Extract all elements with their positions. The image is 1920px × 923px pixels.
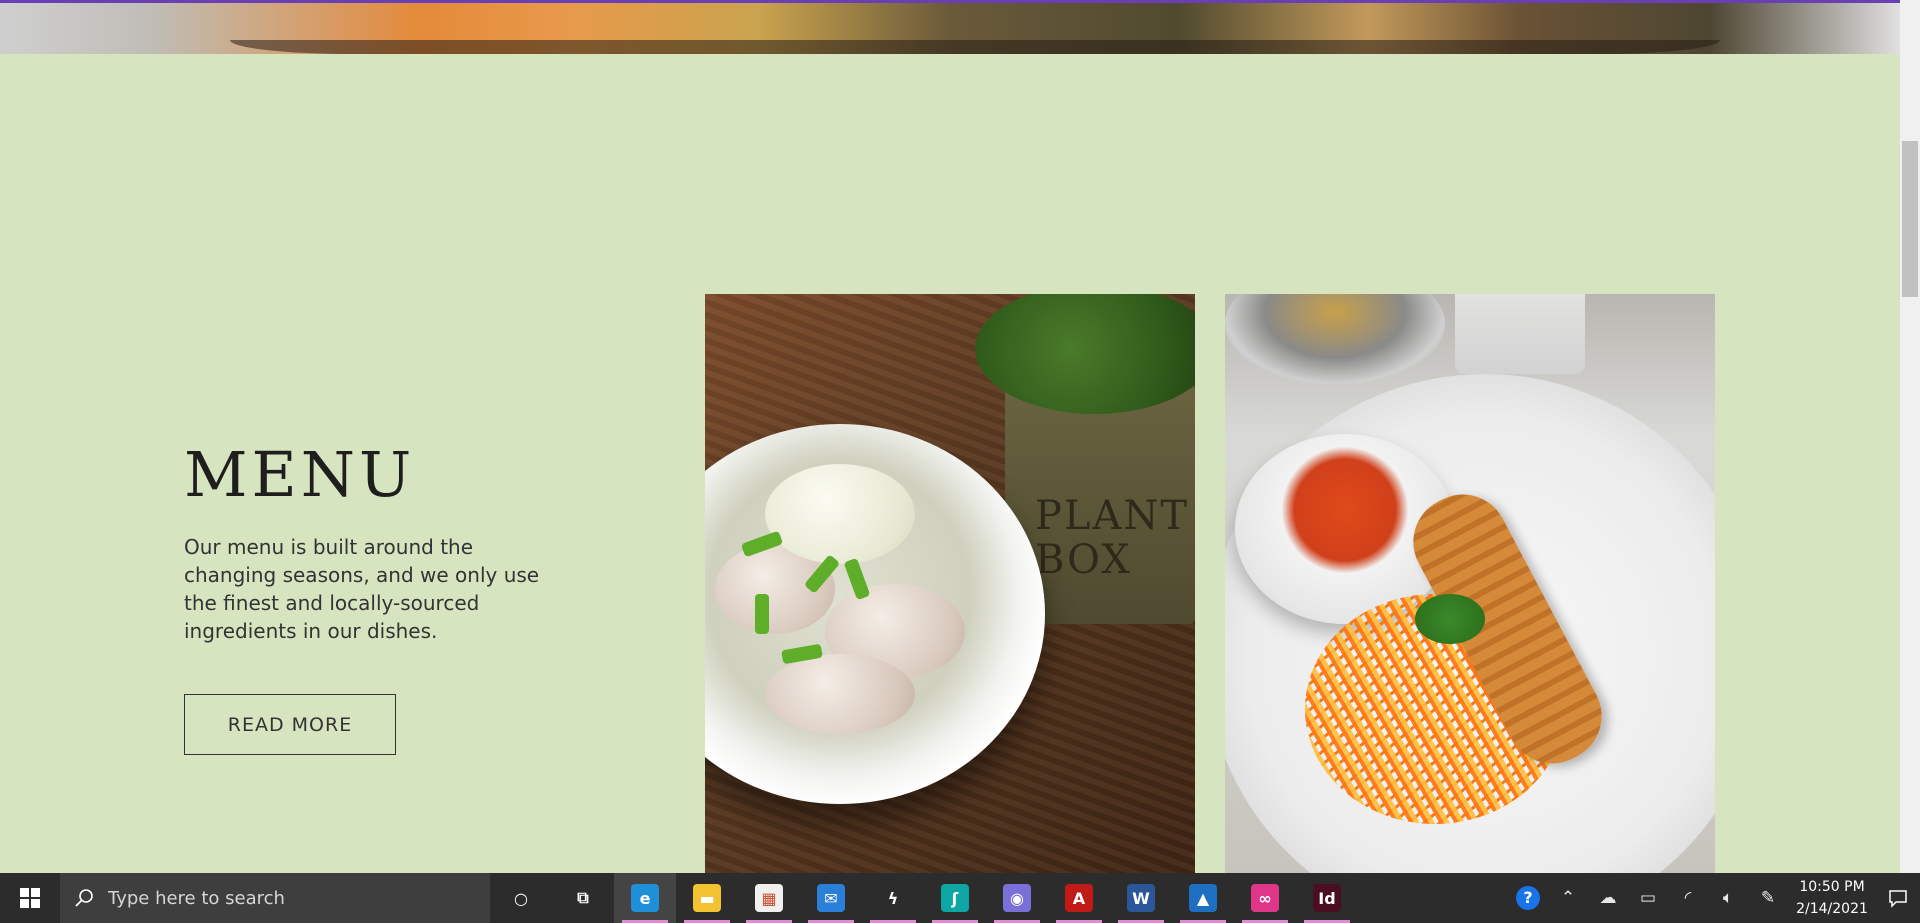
- cilantro-garnish: [1415, 594, 1485, 644]
- help-icon[interactable]: ?: [1508, 873, 1548, 923]
- edge-taskbar-button[interactable]: e: [614, 873, 676, 923]
- chevron-up-icon[interactable]: ⌃: [1548, 873, 1588, 923]
- menu-title: MENU: [184, 438, 416, 511]
- creative-cloud-taskbar-button[interactable]: ∞: [1234, 873, 1296, 923]
- hero-image: [0, 3, 1900, 54]
- clock-time: 10:50 PM: [1799, 879, 1865, 895]
- taskbar-search-box[interactable]: Type here to search: [60, 873, 490, 923]
- cortana-taskbar-button[interactable]: ○: [490, 873, 552, 923]
- file-explorer-icon: ▬: [693, 884, 721, 912]
- dumpling-soup-photo: PLANT BOX: [705, 294, 1195, 873]
- onedrive-cloud-icon[interactable]: ☁: [1588, 873, 1628, 923]
- acrobat-taskbar-button[interactable]: A: [1048, 873, 1110, 923]
- spring-roll-photo: [1225, 294, 1715, 873]
- taskbar-clock[interactable]: 10:50 PM 2/14/2021: [1788, 876, 1876, 920]
- creative-cloud-icon: ∞: [1251, 884, 1279, 912]
- word-taskbar-button[interactable]: W: [1110, 873, 1172, 923]
- camera-app-taskbar-button[interactable]: ◉: [986, 873, 1048, 923]
- search-placeholder: Type here to search: [108, 887, 285, 909]
- page-scrollbar[interactable]: [1900, 0, 1920, 873]
- task-view-taskbar-button[interactable]: ⧉: [552, 873, 614, 923]
- pen-workspace-icon[interactable]: ✎: [1748, 873, 1788, 923]
- mail-taskbar-button[interactable]: ✉: [800, 873, 862, 923]
- windows-logo-icon: [20, 888, 40, 908]
- search-icon: [75, 889, 93, 907]
- camera-app-icon: ◉: [1003, 884, 1031, 912]
- start-button[interactable]: [0, 873, 60, 923]
- water-glass: [1455, 294, 1585, 374]
- dumpling: [765, 654, 915, 734]
- indesign-taskbar-button[interactable]: Id: [1296, 873, 1358, 923]
- file-explorer-taskbar-button[interactable]: ▬: [676, 873, 738, 923]
- cortana-icon: ○: [514, 888, 528, 908]
- indesign-icon: Id: [1313, 884, 1341, 912]
- volume-icon[interactable]: 🔈︎: [1708, 873, 1748, 923]
- word-icon: W: [1127, 884, 1155, 912]
- plant-box-label: PLANT BOX: [1035, 493, 1190, 583]
- pinned-apps: ○ ⧉ e ▬ ▦ ✉ ϟ ʃ ◉ A W ▲ ∞ Id: [490, 873, 1358, 923]
- acrobat-icon: A: [1065, 884, 1093, 912]
- menu-description: Our menu is built around the changing se…: [184, 535, 540, 643]
- metal-bowl: [1225, 294, 1445, 384]
- store-icon: ▦: [755, 884, 783, 912]
- edge-icon: e: [631, 884, 659, 912]
- clock-date: 2/14/2021: [1796, 901, 1868, 917]
- store-taskbar-button[interactable]: ▦: [738, 873, 800, 923]
- scallion: [755, 594, 769, 634]
- photos-taskbar-button[interactable]: ▲: [1172, 873, 1234, 923]
- scrollbar-thumb[interactable]: [1902, 141, 1918, 297]
- system-tray: ? ⌃ ☁ ▭ ◜ 🔈︎ ✎ 10:50 PM 2/14/2021: [1508, 873, 1920, 923]
- task-view-icon: ⧉: [577, 888, 589, 907]
- sway-taskbar-button[interactable]: ʃ: [924, 873, 986, 923]
- read-more-button[interactable]: READ MORE: [184, 694, 396, 755]
- mail-icon: ✉: [817, 884, 845, 912]
- dumpling: [765, 464, 915, 564]
- windows-taskbar: Type here to search ○ ⧉ e ▬ ▦ ✉ ϟ ʃ ◉ A W ▲ ∞ Id ? ⌃ …: [0, 873, 1920, 923]
- wifi-icon[interactable]: ◜: [1668, 873, 1708, 923]
- photos-icon: ▲: [1189, 884, 1217, 912]
- sway-icon: ʃ: [941, 884, 969, 912]
- app-bolt-icon: ϟ: [887, 888, 899, 908]
- notification-center-icon[interactable]: [1876, 873, 1920, 923]
- app-bolt-taskbar-button[interactable]: ϟ: [862, 873, 924, 923]
- battery-icon[interactable]: ▭: [1628, 873, 1668, 923]
